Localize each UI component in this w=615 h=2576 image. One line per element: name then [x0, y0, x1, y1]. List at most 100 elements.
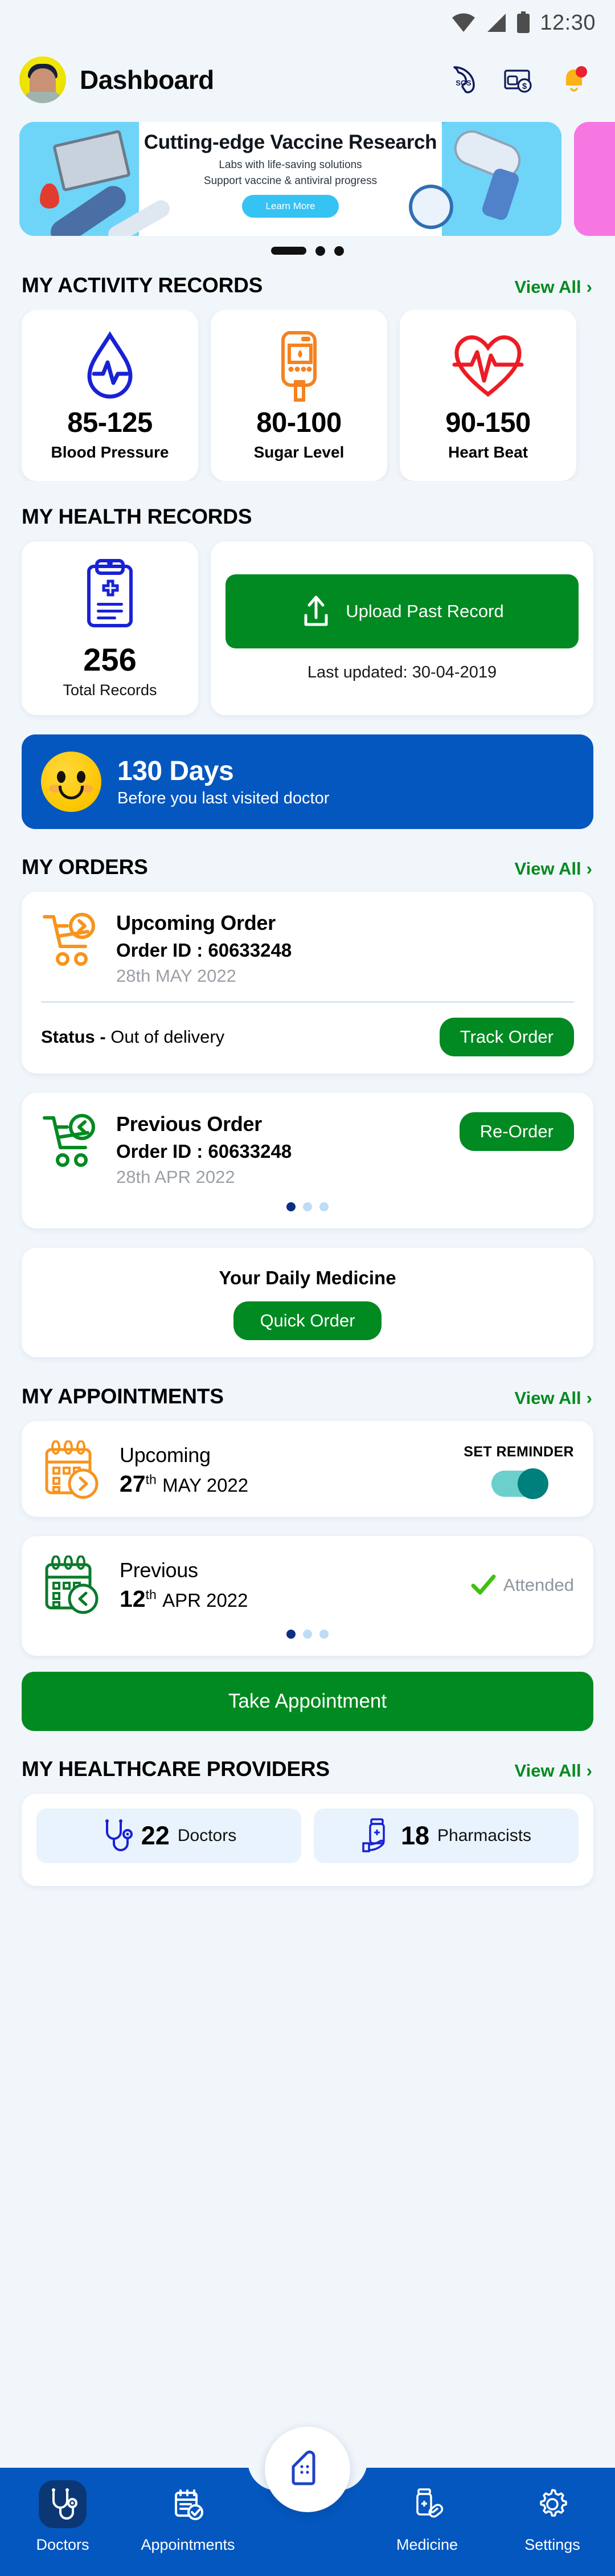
- medical-clipboard-icon: [79, 556, 141, 633]
- upload-icon: [304, 595, 328, 626]
- calendar-check-icon: [175, 2489, 203, 2520]
- activity-cards-strip[interactable]: 85-125 Blood Pressure 80-100 Sugar Level: [0, 310, 615, 481]
- svg-text:$: $: [522, 81, 527, 91]
- banner-subtitle-2: Support vaccine & antiviral progress: [203, 175, 378, 187]
- order-status-value: Out of delivery: [110, 1027, 225, 1047]
- daily-medicine-card[interactable]: Your Daily Medicine Quick Order: [22, 1248, 593, 1357]
- pagination-dot[interactable]: [319, 1202, 329, 1211]
- appointments-pagination-dots[interactable]: [41, 1630, 574, 1639]
- orders-view-all-link[interactable]: View All ›: [515, 859, 593, 879]
- order-status: Status - Out of delivery: [41, 1027, 224, 1047]
- order-title: Previous Order: [116, 1112, 262, 1136]
- wallet-payment-icon[interactable]: $: [500, 62, 536, 98]
- notification-bell-icon[interactable]: [556, 62, 592, 98]
- smiley-face-icon: [41, 752, 101, 812]
- total-records-label: Total Records: [63, 681, 157, 699]
- days-subtitle: Before you last visited doctor: [117, 789, 330, 807]
- appointments-view-all-link[interactable]: View All ›: [515, 1388, 593, 1409]
- previous-order-card[interactable]: Previous Order Order ID : 60633248 28th …: [22, 1093, 593, 1228]
- pagination-dot[interactable]: [303, 1202, 312, 1211]
- provider-label: Pharmacists: [437, 1826, 532, 1845]
- wifi-icon: [452, 13, 475, 32]
- days-count: 130 Days: [117, 756, 234, 786]
- re-order-button[interactable]: Re-Order: [459, 1112, 574, 1151]
- appointment-day: 12: [120, 1585, 146, 1612]
- provider-chip-doctors[interactable]: 22 Doctors: [36, 1808, 301, 1863]
- activity-card-sugar-level[interactable]: 80-100 Sugar Level: [211, 310, 387, 481]
- take-appointment-button[interactable]: Take Appointment: [22, 1672, 593, 1731]
- orders-section-header: MY ORDERS View All ›: [0, 855, 615, 879]
- provider-count: 18: [400, 1821, 429, 1850]
- provider-count: 22: [141, 1821, 170, 1850]
- provider-chip-pharmacists[interactable]: 18 Pharmacists: [314, 1808, 579, 1863]
- banner-subtitle-1: Labs with life-saving solutions: [219, 159, 362, 171]
- order-date: 28th APR 2022: [116, 1167, 235, 1187]
- pagination-dot[interactable]: [319, 1630, 329, 1639]
- appointment-ordinal: th: [145, 1587, 157, 1602]
- carousel-dot[interactable]: [315, 246, 325, 256]
- set-reminder-label: SET REMINDER: [464, 1443, 574, 1460]
- upcoming-order-card[interactable]: Upcoming Order Order ID : 60633248 28th …: [22, 892, 593, 1073]
- health-records-row: 256 Total Records Upload Past Record Las…: [0, 541, 615, 715]
- section-title: MY APPOINTMENTS: [22, 1385, 224, 1408]
- nav-settings[interactable]: Settings: [490, 2480, 615, 2554]
- promo-banner-slide[interactable]: [574, 122, 615, 236]
- section-title: MY ORDERS: [22, 855, 148, 879]
- nav-label: Settings: [524, 2536, 580, 2553]
- activity-section-header: MY ACTIVITY RECORDS View All ›: [0, 273, 615, 297]
- orders-pagination-dots[interactable]: [41, 1202, 574, 1211]
- providers-card: 22 Doctors 18 Pharmacists: [22, 1794, 593, 1886]
- status-bar: 12:30: [0, 0, 615, 46]
- cart-forward-icon: [43, 913, 95, 966]
- appointment-title: Upcoming: [120, 1443, 211, 1467]
- toggle-knob[interactable]: [518, 1468, 549, 1499]
- upload-past-record-button[interactable]: Upload Past Record: [226, 574, 579, 648]
- user-avatar[interactable]: [19, 56, 66, 103]
- nav-label: Medicine: [396, 2536, 458, 2553]
- providers-view-all-link[interactable]: View All ›: [515, 1761, 593, 1781]
- promo-banner-slide[interactable]: Cutting-edge Vaccine Research Labs with …: [19, 122, 561, 236]
- activity-card-heart-beat[interactable]: 90-150 Heart Beat: [400, 310, 576, 481]
- carousel-dot[interactable]: [334, 246, 344, 256]
- section-title: MY HEALTH RECORDS: [22, 505, 252, 528]
- total-records-number: 256: [83, 642, 137, 677]
- carousel-dot-active[interactable]: [271, 247, 306, 255]
- activity-view-all-link[interactable]: View All ›: [515, 277, 593, 297]
- days-since-visit-banner[interactable]: 130 Days Before you last visited doctor: [22, 734, 593, 829]
- upcoming-appointment-card[interactable]: Upcoming 27th MAY 2022 SET REMINDER: [22, 1421, 593, 1517]
- promo-carousel[interactable]: Cutting-edge Vaccine Research Labs with …: [0, 122, 615, 236]
- chevron-right-icon: ›: [586, 277, 592, 297]
- nav-doctors[interactable]: Doctors: [0, 2480, 125, 2554]
- chevron-right-icon: ›: [586, 1388, 592, 1408]
- track-order-button[interactable]: Track Order: [439, 1018, 574, 1056]
- status-time: 12:30: [540, 10, 596, 35]
- appointment-day: 27: [120, 1470, 146, 1497]
- previous-appointment-card[interactable]: Previous 12th APR 2022 Attended: [22, 1536, 593, 1656]
- attended-label: Attended: [503, 1575, 574, 1595]
- total-records-card[interactable]: 256 Total Records: [22, 541, 198, 715]
- pagination-dot-active[interactable]: [286, 1630, 296, 1639]
- order-date: 28th MAY 2022: [116, 966, 236, 986]
- set-reminder-toggle[interactable]: [491, 1468, 549, 1499]
- nav-label: Doctors: [36, 2536, 89, 2553]
- view-all-label: View All: [514, 1761, 581, 1781]
- activity-card-blood-pressure[interactable]: 85-125 Blood Pressure: [22, 310, 198, 481]
- app-header: Dashboard SOS $: [0, 46, 615, 114]
- check-icon: [471, 1574, 496, 1595]
- upload-record-card: Upload Past Record Last updated: 30-04-2…: [211, 541, 593, 715]
- view-all-label: View All: [514, 859, 581, 879]
- sos-call-icon[interactable]: SOS: [444, 62, 481, 98]
- stethoscope-icon: [52, 2488, 77, 2520]
- banner-learn-more-button[interactable]: Learn More: [241, 195, 339, 218]
- nav-appointments[interactable]: Appointments: [125, 2480, 251, 2554]
- chevron-right-icon: ›: [586, 859, 592, 879]
- pagination-dot-active[interactable]: [286, 1202, 296, 1211]
- nav-medicine[interactable]: Medicine: [364, 2480, 490, 2554]
- activity-value: 90-150: [445, 407, 531, 438]
- carousel-indicator[interactable]: [0, 236, 615, 266]
- quick-order-button[interactable]: Quick Order: [233, 1301, 382, 1340]
- home-fab[interactable]: [265, 2427, 350, 2512]
- order-id: Order ID : 60633248: [116, 1141, 292, 1162]
- pagination-dot[interactable]: [303, 1630, 312, 1639]
- activity-value: 85-125: [67, 407, 153, 438]
